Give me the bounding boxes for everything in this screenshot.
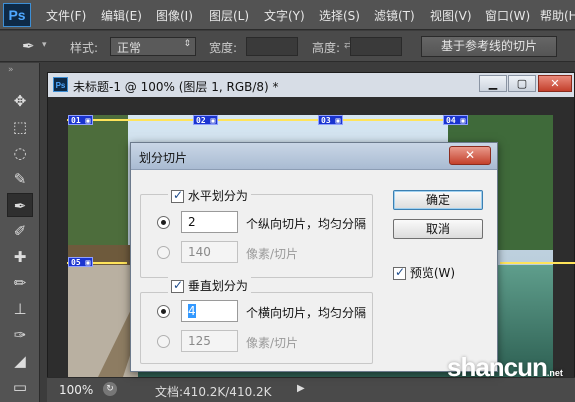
close-icon: ✕ <box>464 148 476 162</box>
cancel-button[interactable]: 取消 <box>393 219 483 239</box>
width-label: 宽度: <box>209 41 238 55</box>
menu-select[interactable]: 选择(S) <box>319 7 360 24</box>
eraser-tool-icon[interactable]: ◢ <box>7 349 33 373</box>
slice-label-01[interactable]: 01 ▣ <box>68 115 94 125</box>
dialog-close-button[interactable]: ✕ <box>449 146 491 165</box>
horizontal-count-radio[interactable] <box>157 216 170 229</box>
vertical-pixels-radio[interactable] <box>157 335 170 348</box>
preview-checkbox-row[interactable]: 预览(W) <box>393 264 455 281</box>
share-icon[interactable]: ↻ <box>103 382 117 396</box>
horizontal-count-input[interactable]: 2 <box>181 211 238 233</box>
divide-slice-dialog: 划分切片 ✕ 水平划分为 2 个纵向切片，均匀分隔 140 像素/切片 垂直划分… <box>130 142 498 372</box>
move-tool-icon[interactable]: ✥ <box>7 89 33 113</box>
slice-number: 03 <box>321 116 331 125</box>
chevron-updown-icon: ⇕ <box>183 39 191 49</box>
style-select[interactable]: 正常 ⇕ <box>110 37 196 56</box>
menu-help[interactable]: 帮助(H) <box>540 7 575 24</box>
menu-bar: Ps 文件(F) 编辑(E) 图像(I) 图层(L) 文字(Y) 选择(S) 滤… <box>0 0 575 30</box>
vertical-divide-checkbox[interactable] <box>171 278 184 293</box>
document-title-bar[interactable]: Ps 未标题-1 @ 100% (图层 1, RGB/8) * ▁ ▢ ✕ <box>48 73 574 97</box>
horizontal-pixels-radio[interactable] <box>157 246 170 259</box>
ok-button[interactable]: 确定 <box>393 190 483 210</box>
width-input[interactable] <box>246 37 298 56</box>
lasso-tool-icon[interactable]: ◌ <box>7 141 33 165</box>
eyedropper-tool-icon[interactable]: ✐ <box>7 219 33 243</box>
watermark-text: shancun <box>447 352 548 382</box>
brush-tool-icon[interactable]: ✏ <box>7 271 33 295</box>
tool-preset-dropdown-icon[interactable]: ▾ <box>42 40 47 50</box>
healing-brush-tool-icon[interactable]: ✚ <box>7 245 33 269</box>
watermark-suffix: .net <box>546 368 563 378</box>
ps-doc-icon: Ps <box>53 77 68 92</box>
menu-layer[interactable]: 图层(L) <box>209 7 249 24</box>
slice-number: 04 <box>446 116 456 125</box>
vertical-count-radio[interactable] <box>157 305 170 318</box>
menu-edit[interactable]: 编辑(E) <box>101 7 142 24</box>
horizontal-divide-checkbox-row[interactable]: 水平划分为 <box>168 187 251 204</box>
menu-image[interactable]: 图像(I) <box>156 7 193 24</box>
toolbox: » ✥ ⬚ ◌ ✎ ✒ ✐ ✚ ✏ ⊥ ✑ ◢ ▭ <box>0 63 40 402</box>
menu-file[interactable]: 文件(F) <box>46 7 86 24</box>
vertical-pixels-input[interactable]: 125 <box>181 330 238 352</box>
vertical-divide-checkbox-row[interactable]: 垂直划分为 <box>168 277 251 294</box>
site-watermark: shancun.net <box>447 352 563 383</box>
vertical-pixels-suffix: 像素/切片 <box>246 336 299 350</box>
slices-from-guides-button[interactable]: 基于参考线的切片 <box>421 36 557 57</box>
vertical-count-suffix: 个横向切片，均匀分隔 <box>246 306 367 320</box>
slice-number: 02 <box>196 116 206 125</box>
history-brush-tool-icon[interactable]: ✑ <box>7 323 33 347</box>
slice-number: 05 <box>71 258 81 267</box>
app-logo: Ps <box>3 3 31 27</box>
gradient-tool-icon[interactable]: ▭ <box>7 375 33 399</box>
vertical-count-value: 4 <box>188 304 196 318</box>
style-select-value: 正常 <box>117 41 142 55</box>
slice-label-02[interactable]: 02 ▣ <box>193 115 219 125</box>
horizontal-pixels-suffix: 像素/切片 <box>246 247 299 261</box>
style-label: 样式: <box>70 41 99 55</box>
menu-type[interactable]: 文字(Y) <box>264 7 305 24</box>
slice-label-04[interactable]: 04 ▣ <box>443 115 469 125</box>
horizontal-divide-group <box>140 194 373 278</box>
maximize-button[interactable]: ▢ <box>508 75 536 92</box>
dialog-title: 划分切片 <box>139 151 188 165</box>
menu-window[interactable]: 窗口(W) <box>485 7 530 24</box>
options-bar: ✒ ▾ 样式: 正常 ⇕ 宽度: 高度: ⇄ 基于参考线的切片 <box>0 31 575 62</box>
menu-view[interactable]: 视图(V) <box>430 7 472 24</box>
slice-label-05[interactable]: 05 ▣ <box>68 257 94 267</box>
close-button[interactable]: ✕ <box>538 75 572 92</box>
vertical-count-input[interactable]: 4 <box>181 300 238 322</box>
horizontal-divide-checkbox[interactable] <box>171 188 184 203</box>
height-label: 高度: <box>312 41 341 55</box>
horizontal-pixels-input[interactable]: 140 <box>181 241 238 263</box>
vertical-divide-group <box>140 292 373 364</box>
horizontal-divide-label: 水平划分为 <box>187 189 248 203</box>
zoom-level[interactable]: 100% <box>59 383 93 397</box>
stamp-tool-icon[interactable]: ⊥ <box>7 297 33 321</box>
preview-label: 预览(W) <box>409 266 456 280</box>
horizontal-count-suffix: 个纵向切片，均匀分隔 <box>246 217 367 231</box>
slice-boundary <box>500 262 575 264</box>
slice-boundary <box>67 119 452 121</box>
slice-number: 01 <box>71 116 81 125</box>
status-menu-arrow-icon[interactable]: ▶ <box>297 383 305 394</box>
document-size: 文档:410.2K/410.2K <box>155 385 272 399</box>
slice-label-03[interactable]: 03 ▣ <box>318 115 344 125</box>
slice-select-tool-icon[interactable]: ✒ <box>22 37 35 55</box>
dialog-title-bar[interactable]: 划分切片 ✕ <box>131 143 497 170</box>
slice-tool-icon[interactable]: ✒ <box>7 193 33 217</box>
document-title: 未标题-1 @ 100% (图层 1, RGB/8) * <box>73 80 279 94</box>
minimize-button[interactable]: ▁ <box>479 75 507 92</box>
marquee-tool-icon[interactable]: ⬚ <box>7 115 33 139</box>
menu-filter[interactable]: 滤镜(T) <box>374 7 415 24</box>
collapse-icon[interactable]: » <box>8 65 14 75</box>
preview-checkbox[interactable] <box>393 265 406 280</box>
quick-select-tool-icon[interactable]: ✎ <box>7 167 33 191</box>
vertical-divide-label: 垂直划分为 <box>187 279 248 293</box>
height-input[interactable] <box>350 37 402 56</box>
